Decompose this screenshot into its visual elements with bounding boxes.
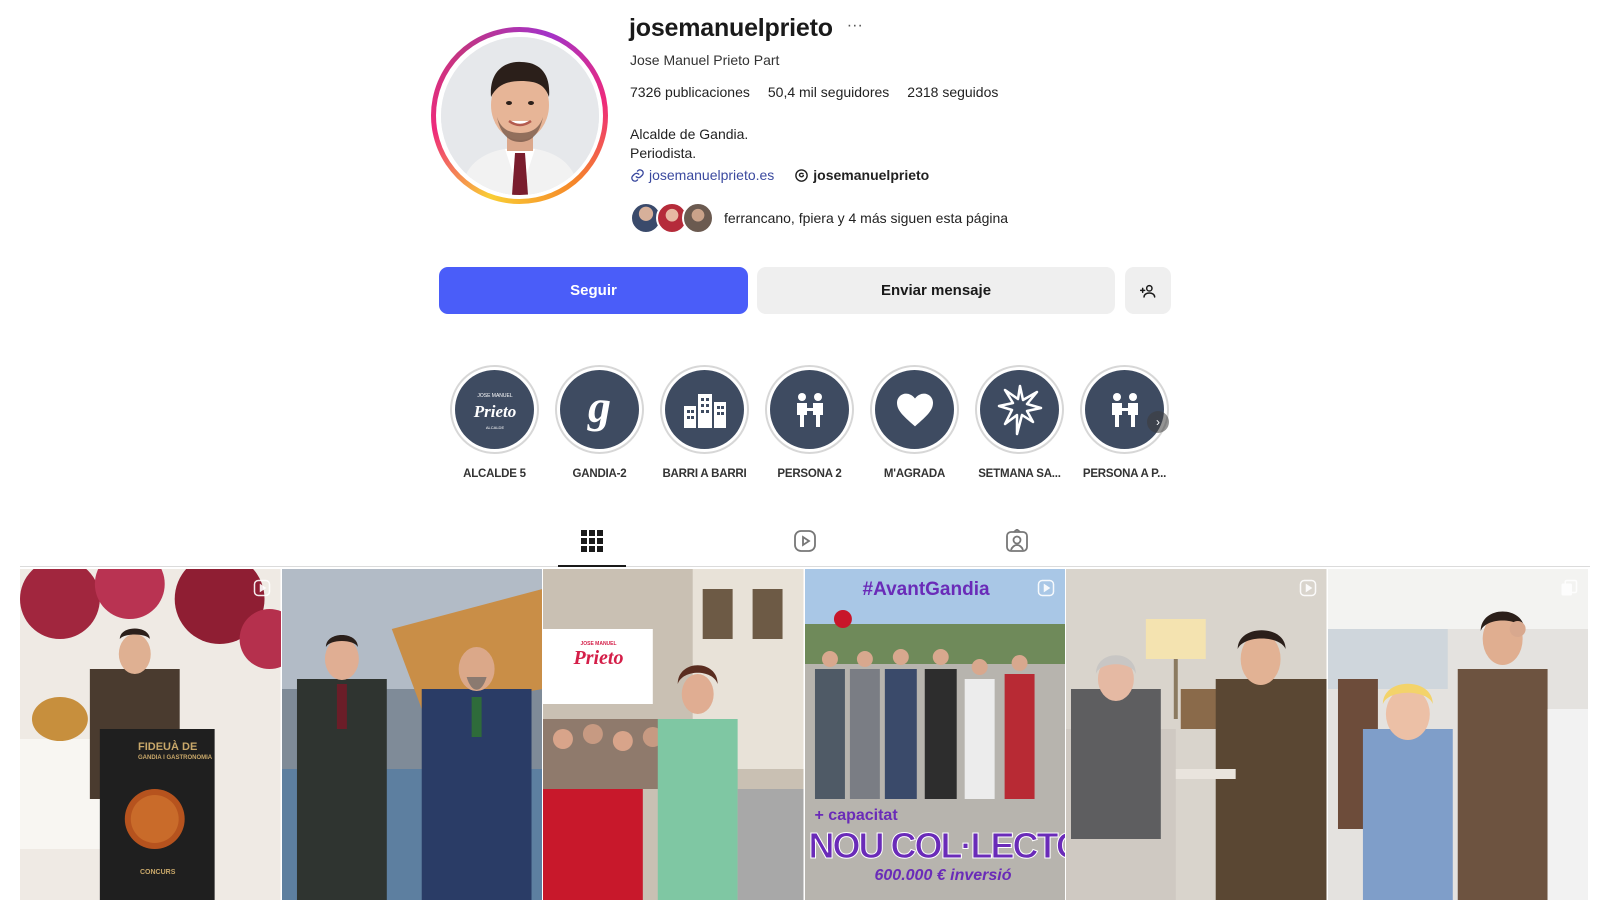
highlight-m-agrada[interactable]: M'AGRADA xyxy=(870,365,959,480)
post-thumbnail[interactable] xyxy=(1327,569,1588,900)
post-thumbnail[interactable]: #AvantGandia + capacitat NOU COL·LECTOR … xyxy=(804,569,1066,900)
post-headline-2: NOU COL·LECTOR xyxy=(808,825,1065,867)
post-thumbnail[interactable]: FIDEUÀ DE GANDIA I GASTRONOMIA CONCURS xyxy=(20,569,282,900)
grid-icon xyxy=(581,530,603,552)
story-highlights: JOSE MANUEL Prieto ALCALDE ALCALDE 5 g GAN… xyxy=(450,365,1169,480)
post-thumbnail[interactable] xyxy=(281,569,543,900)
bio: Alcalde de Gandia. Periodista. xyxy=(630,125,748,163)
more-options-icon[interactable]: ··· xyxy=(847,17,863,40)
tab-active-indicator xyxy=(558,565,626,567)
highlight-persona-2[interactable]: PERSONA 2 xyxy=(765,365,854,480)
following-count[interactable]: 2318 seguidos xyxy=(907,84,998,100)
username-row: josemanuelprieto ··· xyxy=(629,14,863,43)
highlight-ring xyxy=(765,365,854,454)
letter-g-icon: g xyxy=(560,370,639,449)
highlight-setmana-santa[interactable]: SETMANA SA... xyxy=(975,365,1064,480)
buildings-icon xyxy=(665,370,744,449)
threads-icon xyxy=(795,168,809,182)
people-icon xyxy=(770,370,849,449)
highlight-gandia-2[interactable]: g GANDIA-2 xyxy=(555,365,644,480)
highlight-label: SETMANA SA... xyxy=(978,468,1061,480)
followed-by[interactable]: ferrancano, fpiera y 4 más siguen esta p… xyxy=(630,202,1008,234)
highlight-label: PERSONA A P... xyxy=(1082,468,1167,480)
website-text: josemanuelprieto.es xyxy=(649,167,775,183)
tab-posts[interactable] xyxy=(576,525,608,557)
profile-links: josemanuelprieto.es josemanuelprieto xyxy=(630,167,929,183)
link-icon xyxy=(631,168,644,182)
highlight-ring xyxy=(870,365,959,454)
svg-text:Prieto: Prieto xyxy=(472,402,516,421)
star-burst-icon xyxy=(980,370,1059,449)
tab-reels[interactable] xyxy=(789,525,821,557)
tabs-divider xyxy=(20,566,1590,567)
follower-avatars xyxy=(630,202,714,234)
avatar-photo xyxy=(440,36,599,195)
tagged-icon xyxy=(1006,529,1028,552)
threads-link[interactable]: josemanuelprieto xyxy=(794,167,929,183)
bio-line-1: Alcalde de Gandia. xyxy=(630,126,749,142)
post-hashtag: #AvantGandia xyxy=(862,579,990,600)
highlight-label: BARRI A BARRI xyxy=(662,468,747,480)
profile-avatar[interactable] xyxy=(431,27,608,204)
heart-icon xyxy=(875,370,954,449)
follow-button[interactable]: Seguir xyxy=(439,267,748,314)
posts-count: 7326 publicaciones xyxy=(630,84,750,100)
highlight-alcalde-5[interactable]: JOSE MANUEL Prieto ALCALDE ALCALDE 5 xyxy=(450,365,539,480)
post-thumbnail[interactable]: JOSE MANUEL Prieto xyxy=(543,569,805,900)
highlight-ring: JOSE MANUEL Prieto ALCALDE xyxy=(450,365,539,454)
highlight-label: PERSONA 2 xyxy=(777,468,842,480)
highlight-label: GANDIA-2 xyxy=(572,468,627,480)
post-headline-1: + capacitat xyxy=(814,807,898,824)
highlight-label: M'AGRADA xyxy=(883,468,946,480)
highlight-ring xyxy=(660,365,749,454)
tab-tagged[interactable] xyxy=(1001,525,1033,557)
followers-count[interactable]: 50,4 mil seguidores xyxy=(768,84,889,100)
highlights-next-icon[interactable]: › xyxy=(1147,411,1169,433)
bio-line-2: Periodista. xyxy=(630,145,697,161)
highlight-barri-a-barri[interactable]: BARRI A BARRI xyxy=(660,365,749,480)
post-caption: FIDEUÀ DE GANDIA I GASTRONOMIA xyxy=(138,741,213,761)
reel-icon xyxy=(1299,579,1317,597)
add-person-icon xyxy=(1140,284,1156,298)
carousel-icon xyxy=(1560,579,1578,597)
post-thumbnail[interactable] xyxy=(1066,569,1328,900)
highlight-ring: › xyxy=(1080,365,1169,454)
avatar-inner-ring xyxy=(436,32,603,199)
post-headline-3: 600.000 € inversió xyxy=(874,867,1012,884)
suggest-people-button[interactable] xyxy=(1125,267,1171,314)
send-message-button[interactable]: Enviar mensaje xyxy=(757,267,1115,314)
people-icon xyxy=(1085,370,1164,449)
svg-text:ALCALDE: ALCALDE xyxy=(485,425,504,430)
posts-grid: FIDEUÀ DE GANDIA I GASTRONOMIA CONCURS J… xyxy=(20,569,1588,900)
reel-icon xyxy=(1037,579,1055,597)
threads-text: josemanuelprieto xyxy=(813,167,930,183)
stage-sign: JOSE MANUEL Prieto xyxy=(573,641,624,669)
svg-text:JOSE MANUEL: JOSE MANUEL xyxy=(477,393,513,399)
followed-by-text: ferrancano, fpiera y 4 más siguen esta p… xyxy=(724,210,1009,226)
username: josemanuelprieto xyxy=(629,14,833,42)
full-name: Jose Manuel Prieto Part xyxy=(630,52,780,68)
follower-avatar-3 xyxy=(682,202,714,234)
website-link[interactable]: josemanuelprieto.es xyxy=(630,167,774,183)
highlight-persona-a-persona[interactable]: › PERSONA A P... xyxy=(1080,365,1169,480)
prieto-logo-icon: JOSE MANUEL Prieto ALCALDE xyxy=(455,370,534,449)
highlight-ring xyxy=(975,365,1064,454)
post-caption-footer: CONCURS xyxy=(140,869,176,876)
highlight-label: ALCALDE 5 xyxy=(463,468,526,480)
reels-icon xyxy=(794,530,816,552)
reel-icon xyxy=(253,579,271,597)
highlight-ring: g xyxy=(555,365,644,454)
profile-stats: 7326 publicaciones 50,4 mil seguidores 2… xyxy=(630,84,998,100)
